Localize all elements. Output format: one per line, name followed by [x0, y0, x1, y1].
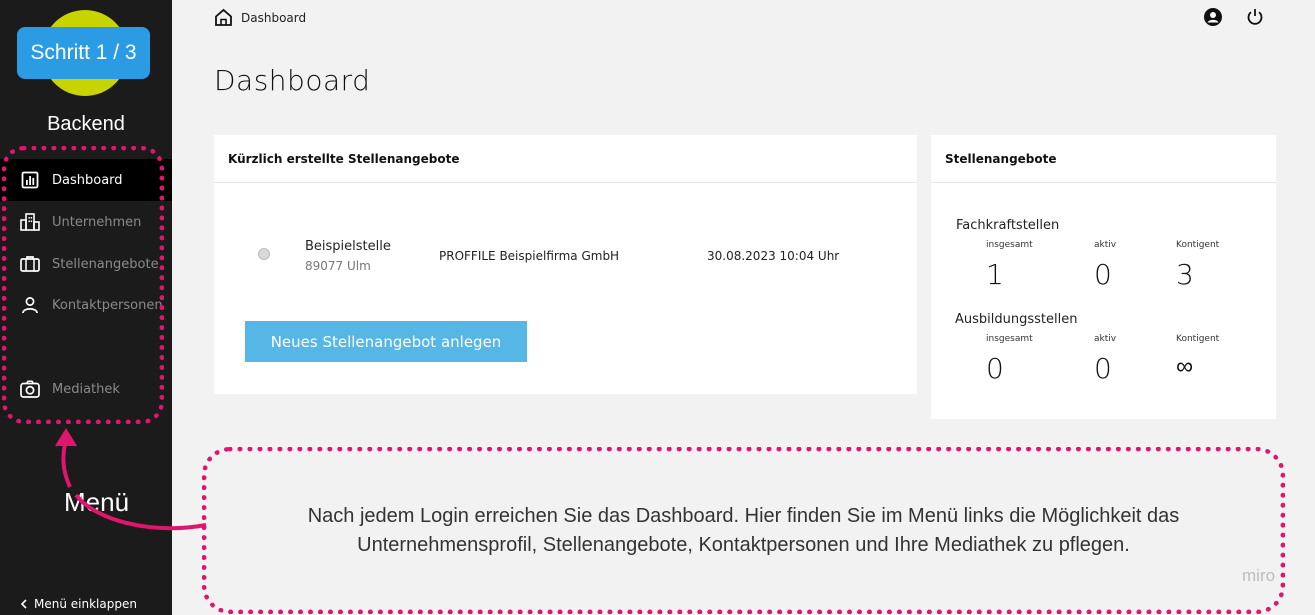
stat-label: Kontigent	[1176, 334, 1220, 344]
job-company: PROFFILE Beispielfirma GmbH	[439, 249, 620, 263]
recent-jobs-card: Kürzlich erstellte Stellenangebote Beisp…	[214, 135, 917, 394]
job-radio[interactable]	[258, 248, 270, 260]
recent-jobs-header: Kürzlich erstellte Stellenangebote	[214, 135, 917, 183]
stat-value: 3	[1176, 258, 1194, 291]
breadcrumb-label: Dashboard	[241, 10, 307, 25]
stat-label: aktiv	[1094, 334, 1117, 344]
stat-value: 0	[1094, 352, 1112, 385]
stat-value: ∞	[1176, 352, 1194, 380]
account-icon[interactable]	[1203, 7, 1223, 27]
stat-label: Kontigent	[1176, 240, 1220, 250]
job-stats-card: Stellenangebote Fachkraftstellen insgesa…	[931, 135, 1276, 419]
miro-watermark: miro	[1242, 566, 1276, 585]
stat-label: aktiv	[1094, 240, 1117, 250]
topbar-actions	[1203, 7, 1265, 27]
job-location: 89077 Ulm	[305, 259, 371, 273]
stat-value: 1	[986, 258, 1004, 291]
job-stats-header: Stellenangebote	[931, 135, 1276, 183]
stat-value: 0	[1094, 258, 1112, 291]
stat-group-title: Fachkraftstellen	[956, 218, 1060, 233]
annotation-text-line: Nach jedem Login erreichen Sie das Dashb…	[307, 504, 1180, 527]
annotation-box: Nach jedem Login erreichen Sie das Dashb…	[202, 447, 1285, 614]
breadcrumb[interactable]: Dashboard	[214, 8, 306, 27]
new-job-button[interactable]: Neues Stellenangebot anlegen	[245, 321, 527, 362]
stat-value: 0	[986, 352, 1004, 385]
home-icon	[214, 8, 233, 27]
stat-label: insgesamt	[986, 240, 1033, 250]
page-title: Dashboard	[214, 64, 371, 97]
power-icon[interactable]	[1245, 7, 1265, 27]
stat-group-title: Ausbildungsstellen	[955, 312, 1078, 327]
job-date: 30.08.2023 10:04 Uhr	[707, 249, 840, 263]
stat-label: insgesamt	[986, 334, 1033, 344]
job-title[interactable]: Beispielstelle	[305, 239, 391, 254]
annotation-text-line: Unternehmensprofil, Stellenangebote, Kon…	[357, 533, 1130, 556]
